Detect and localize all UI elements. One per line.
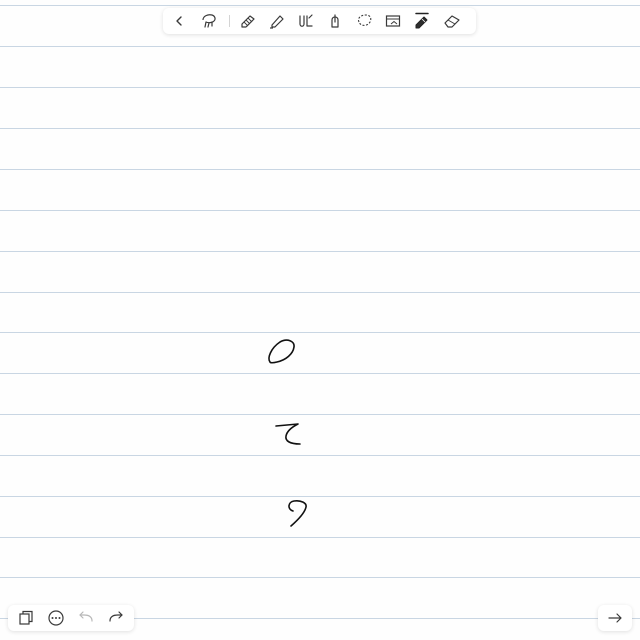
- pages-button[interactable]: [15, 608, 37, 628]
- lasso-tool-button[interactable]: [198, 11, 220, 31]
- eraser-icon: [444, 15, 460, 28]
- shape-icon: [331, 14, 339, 28]
- pencil-icon: [415, 12, 429, 29]
- chevron-left-icon: [176, 16, 182, 26]
- ink-stroke-nine[interactable]: [280, 496, 314, 532]
- highlighter-tool-button[interactable]: [266, 11, 288, 31]
- ruled-line: [0, 373, 640, 374]
- ruled-line: [0, 87, 640, 88]
- dashed-lasso-icon: [357, 14, 372, 26]
- undo-icon: [79, 611, 93, 622]
- ruled-line: [0, 292, 640, 293]
- back-button[interactable]: [168, 11, 190, 31]
- shape-tool-button[interactable]: [324, 11, 346, 31]
- ruled-line: [0, 332, 640, 333]
- image-tool-button[interactable]: [382, 11, 404, 31]
- redo-icon: [109, 611, 123, 622]
- lasso-icon: [202, 14, 216, 28]
- ruled-line: [0, 414, 640, 415]
- ink-stroke-loop[interactable]: [262, 332, 302, 372]
- toolbar-divider: [229, 15, 230, 27]
- pages-icon: [19, 610, 33, 625]
- undo-button[interactable]: [75, 608, 97, 628]
- pen-icon: [241, 15, 255, 28]
- image-icon: [385, 15, 401, 27]
- redo-button[interactable]: [105, 608, 127, 628]
- next-page-bar: [598, 605, 632, 631]
- ruled-line: [0, 537, 640, 538]
- highlighter-icon: [270, 15, 284, 29]
- eraser-tool-button[interactable]: [441, 11, 463, 31]
- tool-palette: [163, 8, 476, 34]
- arrow-right-icon: [608, 613, 622, 623]
- ruled-line: [0, 455, 640, 456]
- handwriting-icon: [299, 14, 313, 27]
- ruled-line: [0, 496, 640, 497]
- ruled-line: [0, 210, 640, 211]
- ink-stroke-te[interactable]: [268, 417, 308, 449]
- ruled-line: [0, 169, 640, 170]
- more-button[interactable]: [45, 608, 67, 628]
- ruled-line: [0, 128, 640, 129]
- ruled-line: [0, 577, 640, 578]
- page-actions-bar: [8, 605, 134, 631]
- lasso-select-button[interactable]: [353, 11, 375, 31]
- ruled-line: [0, 5, 640, 6]
- pencil-tool-button[interactable]: [411, 11, 433, 31]
- ellipsis-icon: [48, 610, 64, 626]
- notebook-page[interactable]: [0, 0, 640, 640]
- handwriting-tool-button[interactable]: [295, 11, 317, 31]
- pen-tool-button[interactable]: [237, 11, 259, 31]
- ruled-line: [0, 46, 640, 47]
- ruled-line: [0, 251, 640, 252]
- next-page-button[interactable]: [604, 608, 626, 628]
